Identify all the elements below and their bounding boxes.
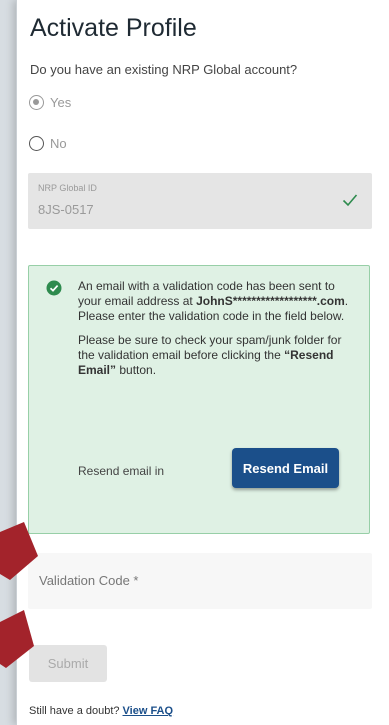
account-question: Do you have an existing NRP Global accou… (30, 62, 298, 77)
radio-no-label: No (50, 136, 67, 151)
view-faq-link[interactable]: View FAQ (123, 705, 174, 717)
activate-profile-panel: Activate Profile Do you have an existing… (16, 0, 389, 725)
radio-no-option[interactable]: No (29, 136, 67, 151)
alert-paragraph-1: An email with a validation code has been… (78, 279, 349, 323)
annotation-arrow-marker (0, 610, 34, 668)
alert-paragraph-2: Please be sure to check your spam/junk f… (78, 333, 342, 377)
alert-message: An email with a validation code has been… (78, 279, 361, 387)
radio-no[interactable] (29, 136, 44, 151)
nrp-global-id-label: NRP Global ID (38, 183, 97, 193)
nrp-global-id-value: 8JS-0517 (38, 202, 94, 217)
faq-prompt: Still have a doubt? (29, 705, 120, 717)
validation-email-alert: An email with a validation code has been… (28, 265, 370, 534)
resend-countdown-label: Resend email in (78, 464, 165, 478)
validation-code-label: Validation Code * (39, 573, 139, 588)
radio-yes-option[interactable]: Yes (29, 95, 71, 110)
masked-email: JohnS******************.com (196, 294, 345, 308)
radio-yes-label: Yes (50, 95, 72, 110)
radio-yes[interactable] (29, 95, 44, 110)
nrp-global-id-field[interactable]: NRP Global ID 8JS-0517 (28, 173, 372, 229)
check-icon (342, 194, 358, 207)
submit-button[interactable]: Submit (29, 645, 107, 682)
check-circle-icon (46, 280, 62, 296)
resend-email-button[interactable]: Resend Email (232, 448, 339, 488)
faq-footer: Still have a doubt? View FAQ (29, 705, 173, 717)
page-title: Activate Profile (30, 14, 197, 42)
annotation-arrow-marker (0, 522, 38, 580)
validation-code-input[interactable]: Validation Code * (28, 553, 372, 609)
